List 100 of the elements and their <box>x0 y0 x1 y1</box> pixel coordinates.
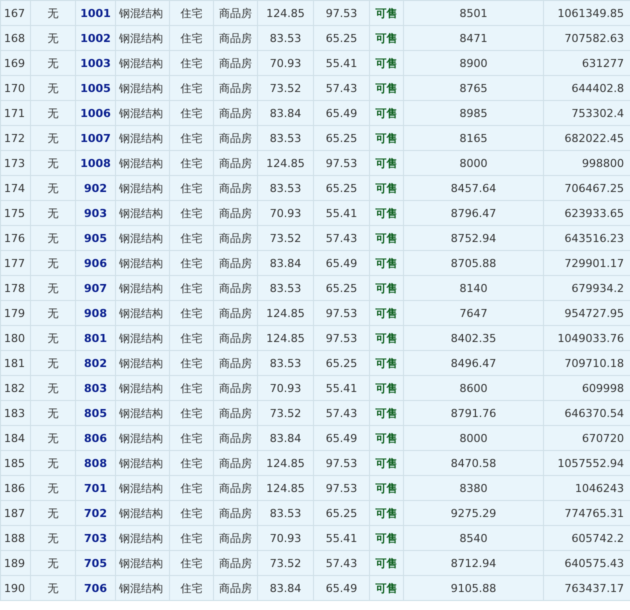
table-cell: 167 <box>0 0 30 26</box>
table-cell: 65.25 <box>314 126 370 150</box>
table-cell: 180 <box>0 326 30 350</box>
table-cell: 57.43 <box>314 226 370 250</box>
table-cell: 179 <box>0 300 30 326</box>
table-cell: 190 <box>0 576 30 600</box>
table-cell: 无 <box>30 200 76 226</box>
table-cell: 无 <box>30 550 76 576</box>
table-cell: 175 <box>0 200 30 226</box>
table-cell: 钢混结构 <box>116 250 170 276</box>
table-cell: 55.41 <box>314 526 370 550</box>
table-cell: 182 <box>0 376 30 400</box>
table-cell: 55.41 <box>314 376 370 400</box>
table-cell: 住宅 <box>170 300 214 326</box>
table-cell: 97.53 <box>314 476 370 500</box>
table-cell: 无 <box>30 476 76 500</box>
status-text: 可售 <box>370 476 404 500</box>
table-cell: 73.52 <box>258 226 314 250</box>
table-cell: 83.53 <box>258 350 314 376</box>
status-text: 可售 <box>370 226 404 250</box>
table-cell: 9275.29 <box>404 500 544 526</box>
table-cell: 商品房 <box>214 300 258 326</box>
status-text: 可售 <box>370 76 404 100</box>
table-cell: 8900 <box>404 50 544 76</box>
table-cell: 钢混结构 <box>116 400 170 426</box>
table-cell: 65.49 <box>314 100 370 126</box>
table-cell: 83.53 <box>258 176 314 200</box>
table-cell: 7647 <box>404 300 544 326</box>
table-cell: 无 <box>30 326 76 350</box>
table-cell: 97.53 <box>314 150 370 176</box>
table-cell: 住宅 <box>170 476 214 500</box>
table-cell: 124.85 <box>258 450 314 476</box>
table-cell: 钢混结构 <box>116 226 170 250</box>
table-cell: 住宅 <box>170 100 214 126</box>
table-cell: 住宅 <box>170 500 214 526</box>
table-cell: 钢混结构 <box>116 50 170 76</box>
table-cell: 钢混结构 <box>116 276 170 300</box>
table-cell: 无 <box>30 50 76 76</box>
status-text: 可售 <box>370 200 404 226</box>
table-cell: 无 <box>30 276 76 300</box>
table-cell: 无 <box>30 250 76 276</box>
table-cell: 73.52 <box>258 550 314 576</box>
table-cell: 8765 <box>404 76 544 100</box>
table-cell: 住宅 <box>170 526 214 550</box>
table-cell: 住宅 <box>170 376 214 400</box>
table-cell: 57.43 <box>314 76 370 100</box>
table-cell: 无 <box>30 126 76 150</box>
table-cell: 8165 <box>404 126 544 150</box>
table-cell: 商品房 <box>214 226 258 250</box>
table-cell: 8501 <box>404 0 544 26</box>
table-cell: 83.84 <box>258 426 314 450</box>
table-cell: 83.53 <box>258 276 314 300</box>
table-cell: 178 <box>0 276 30 300</box>
status-text: 可售 <box>370 276 404 300</box>
table-cell: 73.52 <box>258 76 314 100</box>
table-cell: 钢混结构 <box>116 476 170 500</box>
table-cell: 住宅 <box>170 126 214 150</box>
table-cell: 65.25 <box>314 176 370 200</box>
table-cell: 无 <box>30 350 76 376</box>
table-cell: 8752.94 <box>404 226 544 250</box>
table-cell: 168 <box>0 26 30 50</box>
table-cell: 商品房 <box>214 500 258 526</box>
table-cell: 钢混结构 <box>116 176 170 200</box>
table-cell: 住宅 <box>170 350 214 376</box>
table-cell: 商品房 <box>214 26 258 50</box>
table-cell: 83.84 <box>258 100 314 126</box>
table-cell: 商品房 <box>214 526 258 550</box>
table-cell: 57.43 <box>314 400 370 426</box>
table-cell: 钢混结构 <box>116 376 170 400</box>
table-cell: 70.93 <box>258 50 314 76</box>
table-cell: 钢混结构 <box>116 26 170 50</box>
status-text: 可售 <box>370 526 404 550</box>
status-text: 可售 <box>370 126 404 150</box>
table-cell: 钢混结构 <box>116 0 170 26</box>
table-cell: 住宅 <box>170 576 214 600</box>
table-cell: 无 <box>30 376 76 400</box>
table-cell: 188 <box>0 526 30 550</box>
status-text: 可售 <box>370 376 404 400</box>
table-cell: 住宅 <box>170 450 214 476</box>
table-cell: 124.85 <box>258 300 314 326</box>
table-cell: 65.25 <box>314 276 370 300</box>
table-cell: 商品房 <box>214 276 258 300</box>
table-cell: 8471 <box>404 26 544 50</box>
table-cell: 商品房 <box>214 150 258 176</box>
table-cell: 8470.58 <box>404 450 544 476</box>
table-cell: 172 <box>0 126 30 150</box>
table-cell: 商品房 <box>214 376 258 400</box>
table-cell: 83.84 <box>258 576 314 600</box>
table-cell: 8985 <box>404 100 544 126</box>
table-cell: 70.93 <box>258 200 314 226</box>
table-cell: 55.41 <box>314 200 370 226</box>
table-cell: 钢混结构 <box>116 126 170 150</box>
table-cell: 8600 <box>404 376 544 400</box>
table-cell: 商品房 <box>214 400 258 426</box>
table-cell: 住宅 <box>170 276 214 300</box>
table-cell: 无 <box>30 526 76 550</box>
table-cell: 124.85 <box>258 476 314 500</box>
table-cell: 无 <box>30 500 76 526</box>
table-cell: 钢混结构 <box>116 300 170 326</box>
status-text: 可售 <box>370 326 404 350</box>
